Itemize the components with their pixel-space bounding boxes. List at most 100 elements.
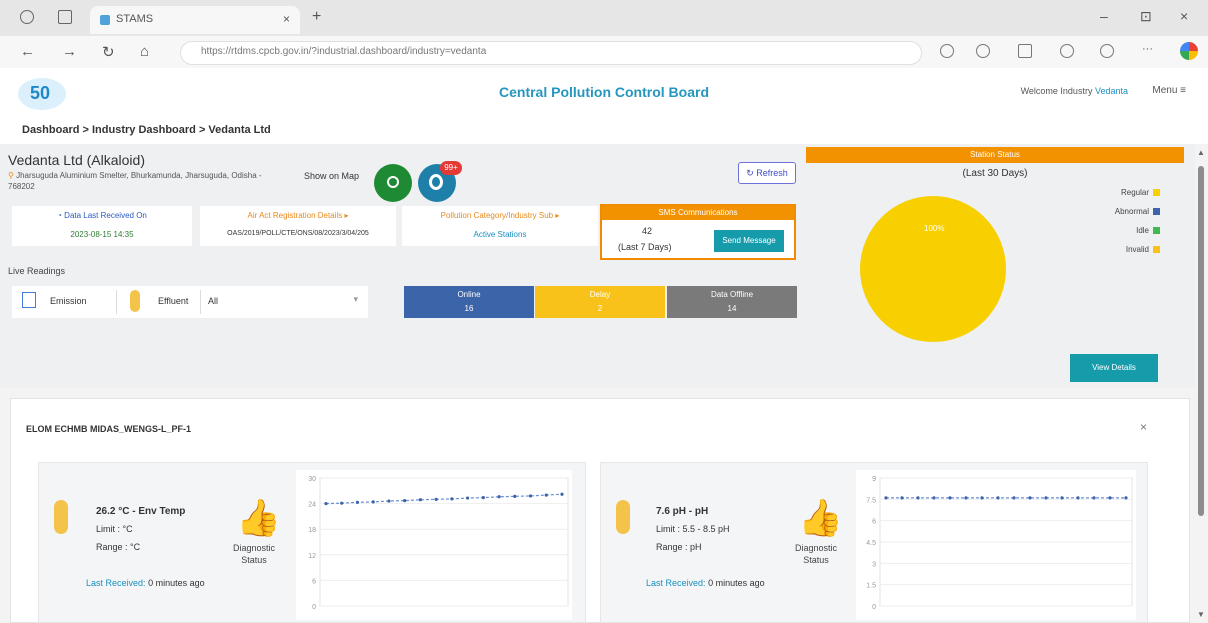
divider — [200, 290, 201, 314]
collapse-icon[interactable]: × — [1140, 420, 1147, 434]
data-point — [1012, 496, 1016, 500]
reload-icon[interactable]: ↻ — [102, 43, 115, 61]
page-scrollbar[interactable]: ▲ ▼ — [1195, 144, 1208, 623]
scrollbar-thumb[interactable] — [1198, 166, 1204, 516]
online-status-box[interactable]: Online 16 — [404, 286, 534, 318]
legend-swatch — [1153, 208, 1160, 216]
url-input[interactable]: https://rtdms.cpcb.gov.in/?industrial.da… — [180, 41, 922, 65]
last-received-ago: 0 minutes ago — [708, 578, 765, 588]
data-point — [916, 496, 920, 500]
home-icon[interactable]: ⌂ — [140, 43, 149, 60]
more-icon[interactable]: ··· — [1142, 43, 1153, 55]
station-select[interactable]: All — [208, 296, 218, 306]
send-message-button[interactable]: Send Message — [714, 230, 784, 252]
show-on-map-link[interactable]: Show on Map — [304, 170, 364, 182]
y-tick-label: 7.5 — [866, 497, 876, 504]
data-point — [1076, 496, 1080, 500]
chevron-down-icon[interactable]: ▾ — [353, 294, 358, 305]
location-button[interactable] — [374, 164, 412, 202]
category-card[interactable]: Pollution Category/Industry Sub ▸ Active… — [402, 206, 598, 246]
station-status-pie[interactable]: 100% — [860, 196, 1006, 342]
browser-tab[interactable]: STAMS × — [90, 6, 300, 34]
param-value: 26.2 °C - Env Temp — [96, 506, 186, 517]
new-tab-button[interactable]: + — [312, 8, 321, 26]
data-point — [884, 496, 888, 500]
app-header: 50 Central Pollution Control Board Welco… — [0, 68, 1208, 119]
y-tick-label: 6 — [872, 519, 876, 526]
profile-icon[interactable] — [1180, 42, 1198, 60]
downloads-icon[interactable] — [1100, 44, 1114, 58]
station-status-days: (Last 30 Days) — [962, 168, 1028, 179]
y-tick-label: 3 — [872, 561, 876, 568]
effluent-option[interactable]: Effluent — [158, 296, 188, 306]
sms-communications-card: SMS Communications 42 (Last 7 Days) Send… — [600, 204, 796, 260]
data-point — [1044, 496, 1048, 500]
diagnostic-status[interactable]: Diagnostic Status — [786, 542, 846, 566]
temp-trend-chart[interactable]: 30 24 18 12 6 0 — [296, 470, 572, 620]
scroll-up-icon[interactable]: ▲ — [1197, 148, 1205, 157]
y-tick-label: 0 — [872, 604, 876, 611]
y-tick-label: 12 — [308, 553, 316, 560]
tab-actions-icon[interactable] — [58, 10, 72, 24]
diagnostic-status[interactable]: Diagnostic Status — [224, 542, 284, 566]
stat-label: Online — [457, 290, 481, 299]
legend-invalid[interactable]: Invalid — [1080, 245, 1160, 254]
y-tick-label: 0 — [312, 604, 316, 611]
registration-card[interactable]: Air Act Registration Details ▸ OAS/2019/… — [200, 206, 396, 246]
ph-trend-chart[interactable]: 9 7.5 6 4.5 3 1.5 0 — [856, 470, 1136, 620]
offline-status-box[interactable]: Data Offline 14 — [667, 286, 797, 318]
card-label: ◔ Data Last Received On — [57, 211, 147, 220]
welcome-text: Welcome Industry Vedanta — [1021, 86, 1128, 96]
breadcrumb[interactable]: Dashboard > Industry Dashboard > Vedanta… — [22, 124, 271, 136]
menu-button[interactable]: Menu ≡ — [1152, 85, 1186, 96]
emission-option[interactable]: Emission — [50, 296, 87, 306]
data-point — [403, 499, 407, 503]
window-close-icon[interactable]: × — [1180, 8, 1188, 24]
maximize-icon[interactable]: ⊡ — [1140, 8, 1152, 25]
last-received-label[interactable]: Last Received: — [646, 578, 706, 588]
delay-status-box[interactable]: Delay 2 — [535, 286, 665, 318]
back-icon[interactable]: ← — [20, 43, 35, 60]
data-point — [1108, 496, 1112, 500]
url-text: https://rtdms.cpcb.gov.in/?industrial.da… — [201, 46, 487, 57]
data-point — [513, 494, 517, 498]
legend-idle[interactable]: Idle — [1080, 226, 1160, 235]
card-value: 2023-08-15 14:35 — [70, 230, 134, 239]
live-readings-label: Live Readings — [8, 266, 66, 276]
last-received: Last Received: 0 minutes ago — [646, 578, 765, 588]
drop-icon — [616, 500, 630, 534]
data-point — [560, 492, 564, 496]
sms-header: SMS Communications — [602, 206, 794, 220]
legend-regular[interactable]: Regular — [1080, 188, 1160, 197]
favorite-icon[interactable] — [940, 44, 954, 58]
refresh-button[interactable]: ↻ Refresh — [738, 162, 796, 184]
param-limit: Limit : 5.5 - 8.5 pH — [656, 524, 730, 534]
data-point — [1060, 496, 1064, 500]
location-pin-icon: ⚲ — [8, 171, 14, 180]
welcome-user[interactable]: Vedanta — [1095, 86, 1128, 96]
data-point — [980, 496, 984, 500]
data-point — [528, 494, 533, 498]
data-point — [932, 496, 936, 500]
forward-icon[interactable]: → — [62, 43, 77, 60]
browser-settings-icon[interactable] — [20, 10, 34, 24]
last-received-label[interactable]: Last Received: — [86, 578, 146, 588]
address-text: Jharsuguda Aluminium Smelter, Bhurkamund… — [8, 171, 262, 191]
stat-value: 2 — [597, 304, 603, 313]
view-details-button[interactable]: View Details — [1070, 354, 1158, 382]
extensions-icon[interactable] — [1060, 44, 1074, 58]
scroll-down-icon[interactable]: ▼ — [1197, 610, 1205, 619]
param-value: 7.6 pH - pH — [656, 506, 709, 517]
browser-tab-bar: STAMS × + – ⊡ × — [0, 0, 1208, 36]
data-point — [1124, 496, 1128, 500]
welcome-prefix: Welcome Industry — [1020, 86, 1093, 96]
reader-icon[interactable] — [976, 44, 990, 58]
minimize-icon[interactable]: – — [1100, 8, 1108, 24]
card-value[interactable]: Active Stations — [402, 230, 598, 239]
split-view-icon[interactable] — [1018, 44, 1032, 58]
card-value: OAS/2019/POLL/CTE/ONS/08/2023/3/04/205 — [227, 230, 369, 237]
data-point — [387, 499, 391, 503]
legend-abnormal[interactable]: Abnormal — [1080, 207, 1160, 216]
tab-close-icon[interactable]: × — [283, 12, 290, 26]
legend-swatch — [1153, 189, 1160, 197]
